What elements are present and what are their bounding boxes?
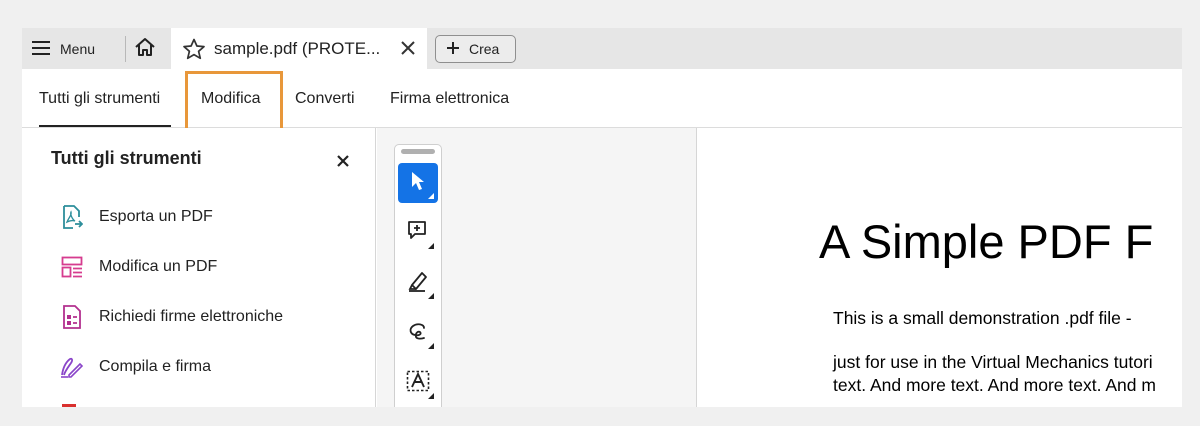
draw-tool-button[interactable]: [398, 313, 438, 353]
home-button[interactable]: [133, 37, 157, 61]
tab-e-sign[interactable]: Firma elettronica: [390, 90, 509, 108]
fill-sign-icon: [60, 355, 84, 379]
request-signatures-icon: [60, 305, 84, 329]
menu-label: Menu: [60, 41, 96, 57]
more-options-indicator: [428, 393, 434, 399]
plus-icon: [446, 41, 460, 58]
partial-tool-icon: [62, 404, 76, 407]
tool-label: Modifica un PDF: [99, 258, 218, 275]
draw-freeform-icon: [407, 320, 429, 347]
edit-pdf-icon: [60, 255, 84, 279]
selected-tab-underline: [39, 125, 171, 127]
tool-label: Esporta un PDF: [99, 208, 213, 225]
create-label: Crea: [469, 41, 500, 57]
select-cursor-icon: [410, 171, 426, 196]
document-gutter: [377, 128, 697, 407]
document-tab-title: sample.pdf (PROTE...: [214, 39, 381, 58]
more-options-indicator: [428, 243, 434, 249]
tool-label: Compila e firma: [99, 358, 212, 375]
menu-button[interactable]: Menu: [32, 37, 95, 61]
tab-convert[interactable]: Converti: [295, 90, 355, 108]
tab-all-tools[interactable]: Tutti gli strumenti: [39, 90, 160, 108]
hamburger-icon: [32, 40, 52, 59]
tool-request-signatures[interactable]: Richiedi firme elettroniche: [60, 305, 283, 329]
select-tool-button[interactable]: [398, 163, 438, 203]
more-options-indicator: [428, 193, 434, 199]
tab-bar: Menu sample.pdf (PROTE... Crea: [22, 28, 1182, 69]
document-paragraph: This is a small demonstration .pdf file …: [833, 308, 1132, 328]
divider: [125, 36, 126, 62]
more-options-indicator: [428, 343, 434, 349]
home-icon: [134, 37, 156, 62]
comment-tool-button[interactable]: [398, 213, 438, 253]
export-pdf-icon: [60, 205, 84, 229]
highlight-pen-icon: [407, 270, 429, 297]
toolbar-drag-handle[interactable]: [401, 149, 435, 154]
document-tab[interactable]: sample.pdf (PROTE...: [171, 28, 427, 69]
panel-title: Tutti gli strumenti: [51, 148, 202, 168]
tool-fill-sign[interactable]: Compila e firma: [60, 355, 211, 379]
more-options-indicator: [428, 293, 434, 299]
tool-export-pdf[interactable]: Esporta un PDF: [60, 205, 213, 229]
app-window: Menu sample.pdf (PROTE... Crea Tutti gli…: [22, 28, 1182, 407]
tool-edit-pdf[interactable]: Modifica un PDF: [60, 255, 217, 279]
tool-nav-bar: Tutti gli strumenti Modifica Converti Fi…: [22, 69, 1182, 132]
tool-label: Richiedi firme elettroniche: [99, 308, 284, 325]
pdf-page: A Simple PDF F This is a small demonstra…: [698, 128, 1182, 407]
close-panel-icon[interactable]: [337, 154, 349, 172]
document-paragraph: text. And more text. And more text. And …: [833, 375, 1156, 395]
text-recognition-icon: [406, 370, 430, 397]
tab-highlight-box: [185, 71, 283, 132]
all-tools-panel: Tutti gli strumenti Esporta un PDF Modif…: [22, 128, 376, 407]
close-tab-icon[interactable]: [400, 40, 416, 61]
document-heading: A Simple PDF F: [819, 215, 1154, 268]
document-paragraph: just for use in the Virtual Mechanics tu…: [833, 352, 1153, 372]
create-button[interactable]: Crea: [435, 35, 516, 63]
highlight-tool-button[interactable]: [398, 263, 438, 303]
add-comment-icon: [407, 220, 429, 247]
quick-tools-toolbar: [394, 144, 442, 407]
text-recognition-button[interactable]: [398, 363, 438, 403]
star-icon[interactable]: [182, 38, 206, 65]
